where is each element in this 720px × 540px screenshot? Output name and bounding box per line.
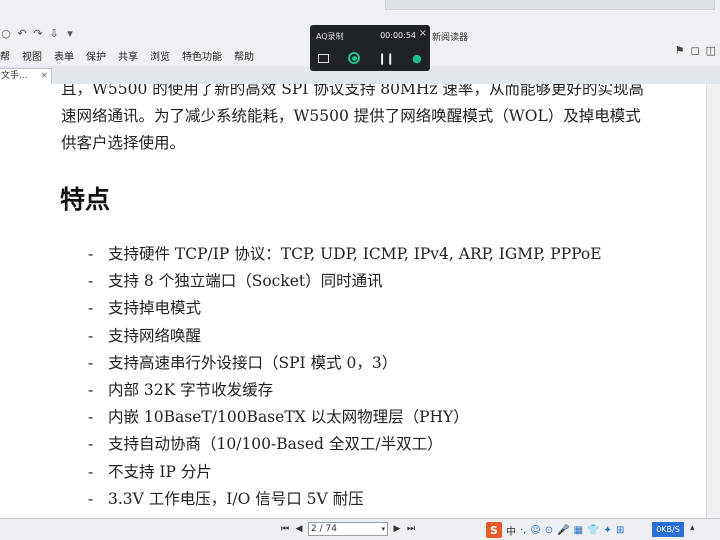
page-number-input[interactable]: 2 / 74 ▾ — [308, 522, 388, 536]
window-capture-icon[interactable] — [316, 51, 330, 65]
bullet-dash: - — [88, 408, 94, 427]
document-page: 且，W5500 的使用了新的高效 SPI 协议支持 80MHz 速率，从而能够更… — [0, 84, 706, 518]
document-tab-label: 文手... — [1, 71, 28, 81]
page-number-value: 2 / 74 — [311, 524, 337, 534]
emoji-icon[interactable]: ☺ — [530, 525, 540, 536]
chevron-up-icon[interactable]: ▴ — [690, 523, 695, 533]
section-heading: 特点 — [60, 185, 111, 214]
feature-text: 不支持 IP 分片 — [108, 462, 212, 481]
menu-view[interactable]: 视图 — [16, 48, 48, 63]
list-item: - 内嵌 10BaseT/100BaseTX 以太网物理层（PHY） — [88, 404, 602, 431]
recorder-timer: 00:00:54 — [380, 31, 416, 40]
vertical-scrollbar[interactable] — [706, 84, 720, 518]
list-item: - 不支持 IP 分片 — [88, 459, 602, 486]
download-icon[interactable]: ⇩ — [48, 27, 60, 40]
right-toolbar: ⚑ ◻ ◫ — [675, 44, 716, 57]
document-tab[interactable]: 文手... × — [0, 68, 52, 84]
menu-help[interactable]: 帮助 — [228, 48, 260, 63]
prev-page-icon[interactable]: ◀ — [294, 524, 304, 534]
grid-icon[interactable]: ⊞ — [616, 525, 624, 536]
recorder-name: AQ录制 — [316, 32, 344, 41]
bullet-dash: - — [88, 272, 94, 291]
feature-text: 支持 8 个独立端口（Socket）同时通讯 — [108, 272, 383, 291]
page-navigator: ⏮ ◀ 2 / 74 ▾ ▶ ⏭ — [280, 522, 416, 536]
paragraph-line: 供客户选择使用。 — [61, 134, 186, 152]
list-item: - 支持掉电模式 — [88, 295, 602, 322]
feature-text: 支持硬件 TCP/IP 协议：TCP, UDP, ICMP, IPv4, ARP… — [108, 245, 602, 263]
sogou-ime-icon[interactable]: S — [486, 522, 502, 538]
first-page-icon[interactable]: ⏮ — [280, 524, 290, 534]
feature-text: 3.3V 工作电压，I/O 信号口 5V 耐压 — [108, 489, 364, 508]
bullet-dash: - — [88, 353, 94, 372]
top-search-bar[interactable] — [385, 0, 715, 10]
toolbox-icon[interactable]: ✦ — [604, 525, 612, 536]
menu-form[interactable]: 表单 — [48, 48, 80, 63]
bullet-dash: - — [88, 380, 94, 399]
bullet-dash: - — [88, 435, 94, 454]
feature-text: 支持网络唤醒 — [108, 326, 202, 345]
next-page-icon[interactable]: ▶ — [392, 524, 402, 534]
pause-icon[interactable]: ❙❙ — [377, 51, 394, 65]
list-item: - 支持硬件 TCP/IP 协议：TCP, UDP, ICMP, IPv4, AR… — [88, 241, 602, 268]
menu-protect[interactable]: 保护 — [80, 48, 112, 63]
list-item: - 支持 8 个独立端口（Socket）同时通讯 — [88, 268, 602, 295]
feature-text: 支持高速串行外设接口（SPI 模式 0，3） — [108, 353, 398, 372]
bullet-dash: - — [88, 462, 94, 481]
flag-icon[interactable]: ⚑ — [675, 44, 685, 57]
feature-list: - 支持硬件 TCP/IP 协议：TCP, UDP, ICMP, IPv4, AR… — [88, 241, 602, 513]
settings-icon[interactable]: ⊙ — [545, 525, 553, 536]
dropdown-icon[interactable]: ▾ — [64, 27, 76, 40]
quick-access-circle-icon[interactable]: ○ — [0, 27, 12, 40]
microphone-icon[interactable]: ● — [410, 51, 424, 65]
close-icon[interactable]: × — [419, 28, 427, 39]
menu-features[interactable]: 特色功能 — [176, 48, 228, 63]
recorder-controls: ❙❙ ● — [316, 51, 424, 65]
system-tray: S 中 ·, ☺ ⊙ 🎤 ▦ 👕 ✦ ⊞ — [486, 519, 624, 540]
list-item: - 支持高速串行外设接口（SPI 模式 0，3） — [88, 350, 602, 377]
ime-mode-toggle[interactable]: 中 — [506, 523, 516, 538]
paragraph-line: 且，W5500 的使用了新的高效 SPI 协议支持 80MHz 速率，从而能够更… — [61, 84, 644, 98]
feature-text: 内部 32K 字节收发缓存 — [108, 380, 274, 399]
window-icon[interactable]: ◻ — [690, 44, 699, 57]
feature-text: 内嵌 10BaseT/100BaseTX 以太网物理层（PHY） — [108, 408, 469, 427]
list-item: - 支持自动协商（10/100-Based 全双工/半双工） — [88, 431, 602, 458]
status-bar: ⏮ ◀ 2 / 74 ▾ ▶ ⏭ S 中 ·, ☺ ⊙ 🎤 ▦ 👕 ✦ ⊞ 0K… — [0, 518, 720, 540]
paragraph-line: 速网络通讯。为了减少系统能耗，W5500 提供了网络唤醒模式（WOL）及掉电模式 — [61, 107, 641, 125]
network-speed-badge: 0KB/S — [652, 522, 684, 537]
bullet-dash: - — [88, 299, 94, 318]
undo-icon[interactable]: ↶ — [16, 27, 28, 40]
layout-icon[interactable]: ◫ — [706, 44, 716, 57]
screen-recorder-panel: AQ录制 00:00:54 × ❙❙ ● — [310, 25, 430, 71]
app-title: 新阅读器 — [432, 33, 469, 43]
menu-share[interactable]: 共享 — [112, 48, 144, 63]
bullet-dash: - — [88, 326, 94, 345]
redo-icon[interactable]: ↷ — [32, 27, 44, 40]
list-item: -3.3V 工作电压，I/O 信号口 5V 耐压 — [88, 486, 602, 513]
menu-browse[interactable]: 浏览 — [144, 48, 176, 63]
list-item: - 内部 32K 字节收发缓存 — [88, 377, 602, 404]
last-page-icon[interactable]: ⏭ — [406, 524, 416, 534]
menu-help-partial[interactable]: 帮 — [0, 48, 16, 63]
quick-access-toolbar: ○ ↶ ↷ ⇩ ▾ — [0, 24, 76, 42]
list-item: - 支持网络唤醒 — [88, 323, 602, 350]
menu-bar: 帮 视图 表单 保护 共享 浏览 特色功能 帮助 — [0, 46, 260, 64]
feature-text: 支持掉电模式 — [108, 299, 202, 318]
bullet-dash: - — [88, 245, 94, 263]
bullet-dash: - — [88, 489, 94, 508]
punctuation-icon[interactable]: ·, — [520, 525, 526, 536]
feature-text: 支持自动协商（10/100-Based 全双工/半双工） — [108, 435, 443, 454]
microphone-icon[interactable]: 🎤 — [557, 525, 569, 536]
close-icon[interactable]: × — [40, 69, 51, 84]
record-icon[interactable] — [347, 51, 361, 65]
skin-icon[interactable]: 👕 — [587, 525, 599, 536]
keyboard-icon[interactable]: ▦ — [574, 525, 583, 536]
chevron-down-icon[interactable]: ▾ — [381, 523, 387, 535]
